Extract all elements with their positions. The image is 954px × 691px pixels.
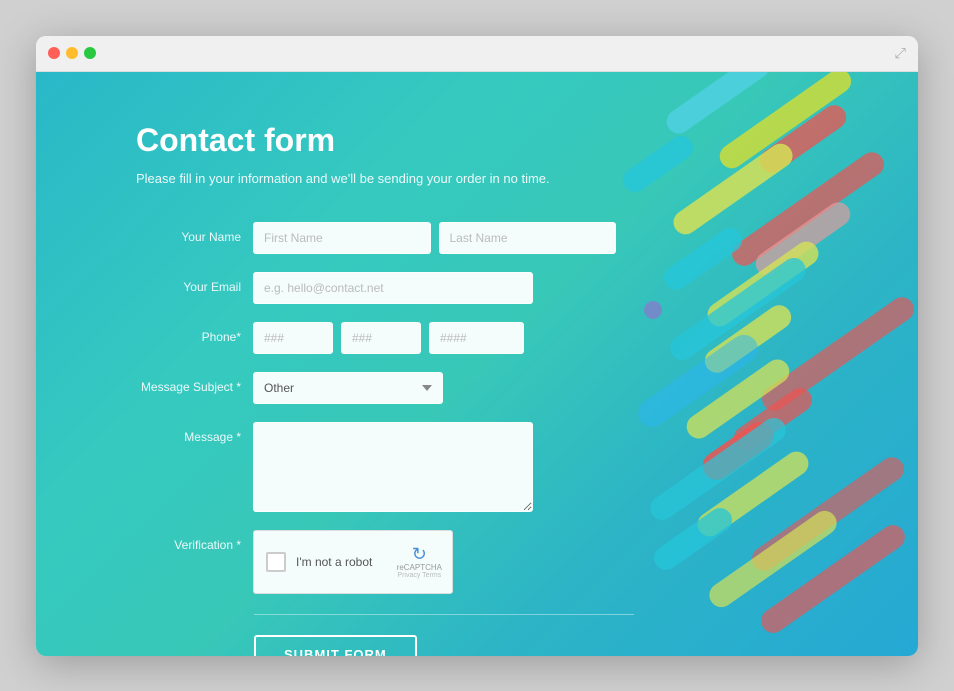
recaptcha-icon: ↻ <box>397 545 442 563</box>
subject-select[interactable]: Other General Inquiry Support Sales Feed… <box>253 372 443 404</box>
decorative-background <box>598 72 918 656</box>
subject-row: Message Subject * Other General Inquiry … <box>136 372 616 404</box>
maximize-button[interactable] <box>84 47 96 59</box>
verification-fields: I'm not a robot ↻ reCAPTCHA Privacy Term… <box>253 530 616 594</box>
message-label: Message * <box>136 422 241 444</box>
subject-label: Message Subject * <box>136 372 241 394</box>
name-fields <box>253 222 616 254</box>
message-fields <box>253 422 616 512</box>
email-fields <box>253 272 616 304</box>
phone-row: Phone* <box>136 322 616 354</box>
form-divider <box>254 614 634 615</box>
expand-icon[interactable]: ⤢ <box>895 45 906 62</box>
name-row: Your Name <box>136 222 616 254</box>
email-row: Your Email <box>136 272 616 304</box>
recaptcha-brand: reCAPTCHA <box>397 563 442 572</box>
phone-input-2[interactable] <box>341 322 421 354</box>
captcha-logo: ↻ reCAPTCHA Privacy Terms <box>397 545 442 579</box>
verification-label: Verification * <box>136 530 241 552</box>
form-subtitle: Please fill in your information and we'l… <box>136 171 616 186</box>
first-name-input[interactable] <box>253 222 431 254</box>
phone-input-1[interactable] <box>253 322 333 354</box>
phone-input-3[interactable] <box>429 322 524 354</box>
form-title: Contact form <box>136 122 616 159</box>
minimize-button[interactable] <box>66 47 78 59</box>
captcha-box[interactable]: I'm not a robot ↻ reCAPTCHA Privacy Term… <box>253 530 453 594</box>
email-input[interactable] <box>253 272 533 304</box>
captcha-label: I'm not a robot <box>296 555 372 569</box>
verification-row: Verification * I'm not a robot ↻ reCAPTC… <box>136 530 616 594</box>
traffic-lights <box>48 47 96 59</box>
main-content: Contact form Please fill in your informa… <box>36 72 918 656</box>
captcha-checkbox[interactable] <box>266 552 286 572</box>
form-container: Contact form Please fill in your informa… <box>36 72 616 656</box>
last-name-input[interactable] <box>439 222 617 254</box>
phone-label: Phone* <box>136 322 241 344</box>
message-row: Message * <box>136 422 616 512</box>
recaptcha-links: Privacy Terms <box>397 572 442 579</box>
submit-button[interactable]: SUBMIT FORM <box>254 635 417 656</box>
message-textarea[interactable] <box>253 422 533 512</box>
email-label: Your Email <box>136 272 241 294</box>
subject-fields: Other General Inquiry Support Sales Feed… <box>253 372 616 404</box>
titlebar: ⤢ <box>36 36 918 72</box>
name-label: Your Name <box>136 222 241 244</box>
phone-fields <box>253 322 616 354</box>
app-window: ⤢ <box>36 36 918 656</box>
close-button[interactable] <box>48 47 60 59</box>
